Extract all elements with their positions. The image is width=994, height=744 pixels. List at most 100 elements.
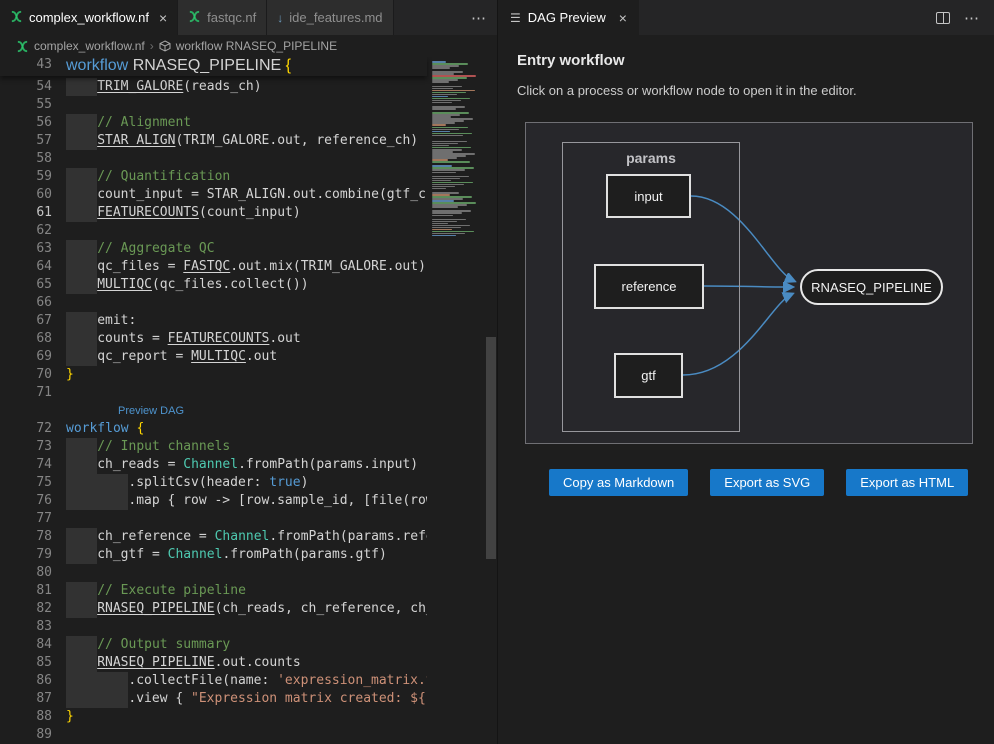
- code-line[interactable]: 70}: [0, 366, 427, 384]
- breadcrumb-separator: ›: [150, 39, 154, 53]
- code-line[interactable]: 76.map { row -> [row.sample_id, [file(ro…: [0, 492, 427, 510]
- editor-more-actions-button[interactable]: ⋯: [461, 0, 497, 35]
- code-line[interactable]: 73// Input channels: [0, 438, 427, 456]
- code-line[interactable]: 54TRIM_GALORE(reads_ch): [0, 78, 427, 96]
- code-line[interactable]: 66: [0, 294, 427, 312]
- indent-highlight: [66, 168, 97, 186]
- export-as-svg-button[interactable]: Export as SVG: [710, 469, 824, 496]
- code-text: .view { "Expression matrix created: ${it…: [66, 690, 427, 708]
- code-line[interactable]: 60count_input = STAR_ALIGN.out.combine(g…: [0, 186, 427, 204]
- code-text: // Aggregate QC: [66, 240, 215, 258]
- code-token: MULTIQC: [191, 348, 246, 366]
- code-line[interactable]: 83: [0, 618, 427, 636]
- code-line[interactable]: 58: [0, 150, 427, 168]
- line-number: 61: [0, 204, 52, 222]
- minimap-line: [432, 81, 449, 83]
- code-line[interactable]: 57STAR_ALIGN(TRIM_GALORE.out, reference_…: [0, 132, 427, 150]
- code-line[interactable]: 68counts = FEATURECOUNTS.out: [0, 330, 427, 348]
- minimap-line: [432, 133, 472, 135]
- export-as-html-button[interactable]: Export as HTML: [846, 469, 968, 496]
- code-line[interactable]: 89: [0, 726, 427, 744]
- minimap[interactable]: [427, 57, 485, 744]
- code-line[interactable]: 74ch_reads = Channel.fromPath(params.inp…: [0, 456, 427, 474]
- code-line[interactable]: 75.splitCsv(header: true): [0, 474, 427, 492]
- code-line[interactable]: 82RNASEQ_PIPELINE(ch_reads, ch_reference…: [0, 600, 427, 618]
- code-text: count_input = STAR_ALIGN.out.combine(gtf…: [66, 186, 427, 204]
- close-icon[interactable]: ×: [159, 10, 167, 26]
- minimap-line: [432, 131, 450, 133]
- code-line[interactable]: 67emit:: [0, 312, 427, 330]
- code-line[interactable]: 59// Quantification: [0, 168, 427, 186]
- code-line[interactable]: 84// Output summary: [0, 636, 427, 654]
- code-line[interactable]: 86.collectFile(name: 'expression_matrix.…: [0, 672, 427, 690]
- code-line[interactable]: 63// Aggregate QC: [0, 240, 427, 258]
- panel-subtitle: Click on a process or workflow node to o…: [517, 83, 975, 98]
- code-line[interactable]: 62: [0, 222, 427, 240]
- breadcrumb-symbol[interactable]: workflow RNASEQ_PIPELINE: [176, 39, 337, 53]
- code-token: .out: [269, 330, 300, 348]
- panel-more-actions-button[interactable]: ⋯: [964, 9, 980, 27]
- line-number: 55: [0, 96, 52, 114]
- code-line[interactable]: 79ch_gtf = Channel.fromPath(params.gtf): [0, 546, 427, 564]
- minimap-line: [432, 102, 452, 104]
- code-line[interactable]: 71: [0, 384, 427, 402]
- code-line[interactable]: 56// Alignment: [0, 114, 427, 132]
- line-number: 59: [0, 168, 52, 186]
- sticky-scroll-line[interactable]: 43 workflow RNASEQ_PIPELINE {: [0, 57, 427, 76]
- close-icon[interactable]: ×: [619, 10, 627, 26]
- code-line[interactable]: 87.view { "Expression matrix created: ${…: [0, 690, 427, 708]
- minimap-line: [432, 188, 446, 190]
- code-token: ): [301, 474, 309, 492]
- code-token: .fromPath(params.gtf): [222, 546, 386, 564]
- editor-scrollbar[interactable]: [485, 57, 497, 744]
- codelens-link[interactable]: Preview DAG: [118, 402, 184, 420]
- editor-tab-complex-workflow-nf[interactable]: complex_workflow.nf ×: [0, 0, 178, 35]
- scrollbar-thumb[interactable]: [486, 337, 496, 559]
- code-token: (qc_files.collect()): [152, 276, 309, 294]
- code-line[interactable]: 61FEATURECOUNTS(count_input): [0, 204, 427, 222]
- split-editor-icon[interactable]: [936, 12, 950, 24]
- code-text: STAR_ALIGN(TRIM_GALORE.out, reference_ch…: [66, 132, 418, 150]
- indent-highlight: [66, 690, 128, 708]
- code-line[interactable]: 65MULTIQC(qc_files.collect()): [0, 276, 427, 294]
- editor-tab-fastqc-nf[interactable]: fastqc.nf: [178, 0, 267, 35]
- node-gtf[interactable]: gtf: [614, 353, 683, 398]
- indent-highlight: [66, 258, 97, 276]
- code-editor[interactable]: 43 workflow RNASEQ_PIPELINE { 54TRIM_GAL…: [0, 57, 497, 744]
- code-line[interactable]: 77: [0, 510, 427, 528]
- indent-highlight: [66, 492, 128, 510]
- line-number: 69: [0, 348, 52, 366]
- line-number: 80: [0, 564, 52, 582]
- code-line[interactable]: 80: [0, 564, 427, 582]
- code-line[interactable]: 88}: [0, 708, 427, 726]
- code-line[interactable]: 85RNASEQ_PIPELINE.out.counts: [0, 654, 427, 672]
- breadcrumb-file[interactable]: complex_workflow.nf: [34, 39, 145, 53]
- tab-label: complex_workflow.nf: [29, 10, 149, 25]
- code-token: .out.mix(TRIM_GALORE.out): [230, 258, 426, 276]
- code-token: .out: [246, 348, 277, 366]
- code-line[interactable]: 81// Execute pipeline: [0, 582, 427, 600]
- code-token: Channel: [215, 528, 270, 546]
- minimap-line: [432, 176, 469, 178]
- copy-as-markdown-button[interactable]: Copy as Markdown: [549, 469, 688, 496]
- tab-dag-preview[interactable]: ☰ DAG Preview ×: [498, 0, 639, 35]
- line-number: 76: [0, 492, 52, 510]
- code-line[interactable]: 55: [0, 96, 427, 114]
- indent-highlight: [66, 186, 97, 204]
- indent-highlight: [66, 348, 97, 366]
- editor-tab-ide-features-md[interactable]: ↓ide_features.md: [267, 0, 393, 35]
- code-line[interactable]: 64qc_files = FASTQC.out.mix(TRIM_GALORE.…: [0, 258, 427, 276]
- symbol-cube-icon: [159, 40, 171, 52]
- code-line[interactable]: 72workflow {: [0, 420, 427, 438]
- line-number: 82: [0, 600, 52, 618]
- node-rnaseq-pipeline[interactable]: RNASEQ_PIPELINE: [800, 269, 943, 305]
- code-text: ch_gtf = Channel.fromPath(params.gtf): [66, 546, 387, 564]
- line-number: 86: [0, 672, 52, 690]
- indent-highlight: [66, 582, 97, 600]
- minimap-line: [432, 88, 453, 90]
- code-line[interactable]: 69qc_report = MULTIQC.out: [0, 348, 427, 366]
- node-reference[interactable]: reference: [594, 264, 704, 309]
- code-line[interactable]: 78ch_reference = Channel.fromPath(params…: [0, 528, 427, 546]
- line-number: 77: [0, 510, 52, 528]
- node-input[interactable]: input: [606, 174, 691, 218]
